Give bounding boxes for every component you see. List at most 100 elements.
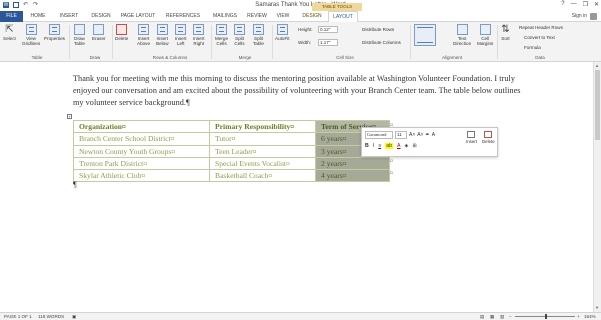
table-cell[interactable]: Basketball Coach¤ — [209, 169, 316, 183]
group-label-rows-columns: Rows & Columns — [152, 55, 188, 60]
table-cell[interactable]: Newton County Youth Groups¤ — [73, 144, 210, 158]
convert-to-text-button[interactable]: Convert to Text — [524, 35, 555, 40]
split-cells-button[interactable]: Split Cells — [234, 24, 245, 46]
zoom-in-icon[interactable]: + — [577, 314, 580, 319]
tab-design[interactable]: DESIGN — [88, 11, 114, 22]
zoom-level[interactable]: 154% — [584, 314, 596, 319]
delete-button[interactable]: Delete — [115, 24, 128, 41]
format-painter-icon[interactable]: ✒ — [426, 131, 430, 139]
word-count[interactable]: 118 WORDS — [38, 314, 64, 319]
grow-font-icon[interactable]: A˄ — [409, 131, 415, 139]
tab-review[interactable]: REVIEW — [245, 11, 269, 22]
distribute-columns-button[interactable]: Distribute Columns — [362, 40, 401, 45]
font-color-icon[interactable]: A — [397, 143, 400, 149]
table-cell[interactable]: Tutor¤ — [209, 132, 316, 146]
document-area[interactable]: Thank you for meeting with me this morni… — [0, 62, 593, 312]
alignment-grid[interactable] — [414, 24, 436, 47]
tab-file[interactable]: FILE — [0, 11, 23, 22]
table-cell[interactable]: Branch Center School District¤ — [73, 132, 210, 146]
font-name-dropdown[interactable]: Garamond — [365, 131, 393, 139]
volunteer-table[interactable]: Organization¤ Primary Responsibility¤ Te… — [73, 119, 390, 183]
table-cell[interactable]: Skylar Athletic Club¤ — [73, 169, 210, 183]
table-cell[interactable]: Teen Leader¤ — [209, 144, 316, 158]
table-row: Newton County Youth Groups¤ Teen Leader¤… — [73, 144, 390, 158]
vertical-scrollbar[interactable]: ▲ ▼ — [593, 62, 601, 312]
header-organization[interactable]: Organization¤ — [73, 119, 210, 134]
print-layout-icon[interactable]: ▦ — [490, 314, 494, 320]
group-separator — [112, 25, 113, 59]
select-button[interactable]: ⇱ Select — [3, 24, 16, 41]
page-count[interactable]: PAGE 1 OF 1 — [4, 314, 32, 319]
web-layout-icon[interactable]: ▥ — [500, 314, 504, 320]
group-separator — [410, 25, 411, 59]
delete-mini-button[interactable]: Delete — [482, 131, 495, 144]
height-input[interactable]: 0.12" — [318, 26, 338, 33]
draw-table-button[interactable]: Draw Table — [74, 24, 85, 46]
delete-table-icon — [116, 24, 128, 35]
tab-mailings[interactable]: MAILINGS — [208, 11, 242, 22]
insert-above-button[interactable]: Insert Above — [137, 24, 150, 46]
sign-in-link[interactable]: Sign in — [572, 11, 587, 22]
view-gridlines-button[interactable]: View Gridlines — [22, 24, 40, 46]
tab-view[interactable]: VIEW — [273, 11, 293, 22]
table-cell[interactable]: Special Events Vocalist¤ — [209, 156, 316, 171]
table-row: Trenton Park District¤ Special Events Vo… — [73, 156, 390, 171]
repeat-header-rows-button[interactable]: Repeat Header Rows — [519, 25, 563, 30]
avatar[interactable] — [590, 13, 597, 20]
close-icon[interactable]: ✕ — [594, 1, 599, 8]
table-cell[interactable]: 4 years¤ — [315, 169, 390, 183]
insert-button[interactable]: Insert — [466, 131, 477, 144]
zoom-slider-knob[interactable] — [545, 314, 547, 319]
italic-icon[interactable]: I — [373, 143, 374, 149]
width-label: Width: — [298, 40, 312, 45]
insert-left-button[interactable]: Insert Left — [175, 24, 187, 46]
scroll-up-icon[interactable]: ▲ — [595, 63, 599, 68]
tab-insert[interactable]: INSERT — [56, 11, 82, 22]
width-input[interactable]: 1.17" — [318, 39, 338, 46]
zoom-out-icon[interactable]: − — [509, 314, 512, 319]
sort-button[interactable]: ⇅ Sort — [500, 24, 511, 41]
proofing-icon[interactable]: ▣ — [72, 314, 76, 320]
merge-cells-button[interactable]: Merge Cells — [215, 24, 228, 46]
scroll-thumb[interactable] — [595, 70, 600, 140]
shrink-font-icon[interactable]: A˅ — [417, 131, 423, 139]
status-bar: PAGE 1 OF 1 118 WORDS ▣ ▤ ▦ ▥ − + 154% — [0, 312, 601, 320]
insert-left-icon — [175, 24, 187, 35]
underline-icon[interactable]: ≡ — [378, 143, 381, 149]
table-cell[interactable]: 2 years¤ — [315, 156, 390, 171]
split-table-icon — [253, 24, 264, 35]
body-paragraph[interactable]: Thank you for meeting with me this morni… — [73, 73, 523, 109]
autofit-button[interactable]: AutoFit — [275, 24, 290, 41]
bold-icon[interactable]: B — [365, 143, 369, 149]
insert-below-button[interactable]: Insert Below — [156, 24, 169, 46]
split-table-button[interactable]: Split Table — [253, 24, 264, 46]
gridlines-icon — [25, 24, 37, 35]
text-direction-button[interactable]: Text Direction — [453, 24, 471, 46]
scroll-down-icon[interactable]: ▼ — [595, 305, 599, 310]
font-size-dropdown[interactable]: 11 — [395, 131, 407, 139]
read-mode-icon[interactable]: ▤ — [480, 314, 484, 320]
help-icon[interactable]: ? — [561, 1, 564, 8]
formula-button[interactable]: Formula — [524, 45, 541, 50]
table-move-handle[interactable]: + — [67, 114, 72, 119]
tab-page-layout[interactable]: PAGE LAYOUT — [118, 11, 158, 22]
tab-references[interactable]: REFERENCES — [163, 11, 203, 22]
properties-button[interactable]: Properties — [44, 24, 65, 41]
tab-table-design[interactable]: DESIGN — [298, 11, 326, 22]
tab-home[interactable]: HOME — [27, 11, 49, 22]
eraser-button[interactable]: Eraser — [92, 24, 106, 41]
styles-icon[interactable]: A — [432, 131, 435, 139]
header-primary-responsibility[interactable]: Primary Responsibility¤ — [209, 119, 316, 134]
distribute-rows-button[interactable]: Distribute Rows — [362, 27, 394, 32]
restore-icon[interactable]: ❐ — [583, 1, 588, 8]
cell-alignment-icon — [414, 24, 436, 46]
shading-icon[interactable]: ◈ — [404, 143, 408, 149]
insert-above-icon — [138, 24, 150, 35]
minimize-icon[interactable]: — — [571, 1, 577, 8]
insert-right-button[interactable]: Insert Right — [193, 24, 205, 46]
insert-right-icon — [193, 24, 205, 35]
borders-icon[interactable]: ⊞ — [412, 143, 416, 149]
highlight-icon[interactable]: ab — [385, 143, 394, 149]
table-cell[interactable]: Trenton Park District¤ — [73, 156, 210, 171]
cell-margins-button[interactable]: Cell Margins — [477, 24, 493, 46]
